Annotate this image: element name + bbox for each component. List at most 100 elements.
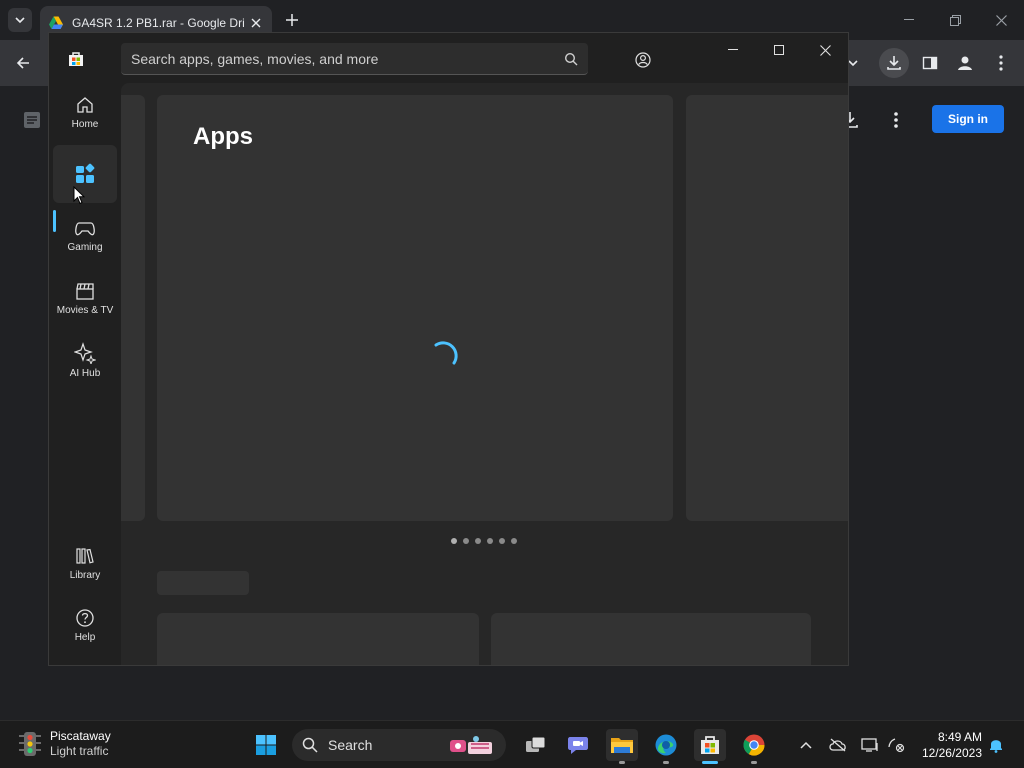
close-icon <box>819 44 831 56</box>
google-drive-icon <box>49 16 63 29</box>
loading-placeholder-card <box>157 613 479 665</box>
search-icon[interactable] <box>564 52 578 66</box>
more-vertical-icon <box>999 55 1003 71</box>
restore-icon <box>949 14 961 26</box>
downloads-button[interactable] <box>879 48 909 78</box>
windows-taskbar: Piscataway Light traffic Search 8:49 AM … <box>0 720 1024 768</box>
side-panel-button[interactable] <box>915 48 945 78</box>
store-account-button[interactable] <box>627 44 659 76</box>
taskbar-search[interactable]: Search <box>292 729 506 761</box>
tab-title: GA4SR 1.2 PB1.rar - Google Dri <box>72 16 245 30</box>
chevron-up-icon <box>800 741 812 749</box>
edge-button[interactable] <box>650 729 682 764</box>
chevron-down-icon <box>848 60 858 67</box>
browser-close-button[interactable] <box>978 0 1024 40</box>
tab-close-button[interactable] <box>248 15 264 31</box>
minimize-icon <box>904 19 914 20</box>
hero-card-next[interactable] <box>686 95 848 521</box>
carousel-dot[interactable] <box>463 538 469 544</box>
browser-minimize-button[interactable] <box>886 0 932 40</box>
store-maximize-button[interactable] <box>756 33 802 67</box>
mouse-cursor-icon <box>73 186 85 205</box>
weather-location: Piscataway <box>50 729 111 743</box>
nav-label-help: Help <box>74 631 96 643</box>
home-icon <box>77 96 93 113</box>
close-icon <box>251 18 261 28</box>
nav-label-movies-tv: Movies & TV <box>56 304 114 316</box>
minimize-icon <box>728 49 738 50</box>
hero-card-previous[interactable] <box>121 95 145 521</box>
running-indicator <box>751 761 757 764</box>
browser-menu-button[interactable] <box>986 48 1016 78</box>
microsoft-store-window: Search apps, games, movies, and more Hom… <box>48 32 849 666</box>
network-tray-button[interactable] <box>886 735 906 755</box>
nav-label-ai-hub: AI Hub <box>69 367 101 379</box>
carousel-dot[interactable] <box>451 538 457 544</box>
carousel-dot[interactable] <box>475 538 481 544</box>
store-main-content: Apps <box>121 83 848 665</box>
start-button[interactable] <box>250 729 282 761</box>
onedrive-tray-button[interactable] <box>828 735 848 755</box>
file-explorer-button[interactable] <box>606 729 638 764</box>
back-button[interactable] <box>8 48 38 78</box>
folder-icon <box>611 738 633 753</box>
profile-button[interactable] <box>950 48 980 78</box>
notifications-button[interactable] <box>986 735 1006 755</box>
clock[interactable]: 8:49 AM 12/26/2023 <box>916 729 982 761</box>
traffic-light-icon <box>19 732 41 756</box>
chrome-browser-icon <box>743 734 765 756</box>
side-panel-icon <box>922 56 938 70</box>
store-close-button[interactable] <box>802 33 848 67</box>
display-icon <box>861 738 878 752</box>
nav-item-gaming[interactable]: Gaming <box>53 207 117 265</box>
show-hidden-icons-button[interactable] <box>796 735 816 755</box>
search-placeholder: Search apps, games, movies, and more <box>131 50 379 67</box>
microsoft-store-button[interactable] <box>694 729 726 764</box>
tab-search-button[interactable] <box>8 8 32 32</box>
search-icon <box>302 737 318 753</box>
windows-logo-icon <box>256 735 276 755</box>
network-disconnected-icon <box>888 738 905 753</box>
arrow-left-icon <box>16 57 29 69</box>
sparkle-icon <box>74 341 96 364</box>
cloud-offline-icon <box>829 738 846 752</box>
search-highlight-icon <box>450 736 492 754</box>
carousel-dot[interactable] <box>511 538 517 544</box>
help-icon <box>76 608 94 627</box>
loading-spinner-icon <box>434 341 458 365</box>
weather-condition: Light traffic <box>50 744 109 758</box>
drive-document-icon[interactable] <box>22 110 42 130</box>
drive-more-button[interactable] <box>886 108 906 132</box>
clapperboard-icon <box>76 282 94 300</box>
nav-label-gaming: Gaming <box>67 241 103 253</box>
store-minimize-button[interactable] <box>710 33 756 67</box>
gamepad-icon <box>75 221 95 235</box>
task-view-button[interactable] <box>520 729 552 761</box>
nav-item-home[interactable]: Home <box>53 83 117 141</box>
nav-item-movies-tv[interactable]: Movies & TV <box>53 269 117 327</box>
chrome-button[interactable] <box>738 729 770 764</box>
close-icon <box>995 14 1007 26</box>
maximize-icon <box>774 45 784 55</box>
carousel-dot[interactable] <box>487 538 493 544</box>
carousel-dot[interactable] <box>499 538 505 544</box>
new-tab-button[interactable] <box>282 10 302 30</box>
display-tray-button[interactable] <box>860 735 880 755</box>
teams-chat-button[interactable] <box>562 729 594 761</box>
weather-widget[interactable]: Piscataway Light traffic <box>18 729 111 759</box>
sign-in-button[interactable]: Sign in <box>932 105 1004 133</box>
nav-item-library[interactable]: Library <box>53 534 117 592</box>
store-search-input[interactable]: Search apps, games, movies, and more <box>121 43 588 75</box>
nav-item-apps[interactable] <box>53 145 117 203</box>
nav-item-help[interactable]: Help <box>53 596 117 654</box>
profile-icon <box>958 56 972 70</box>
chat-icon <box>568 737 588 754</box>
loading-placeholder-card <box>491 613 811 665</box>
carousel-pagination <box>451 538 517 544</box>
nav-item-ai-hub[interactable]: AI Hub <box>53 331 117 389</box>
store-navigation: Home Gaming Movies & TV AI Hub Library H… <box>49 83 121 665</box>
nav-label-home: Home <box>71 118 99 130</box>
hero-card-current[interactable]: Apps <box>157 95 673 521</box>
apps-icon <box>76 163 95 183</box>
browser-restore-button[interactable] <box>932 0 978 40</box>
